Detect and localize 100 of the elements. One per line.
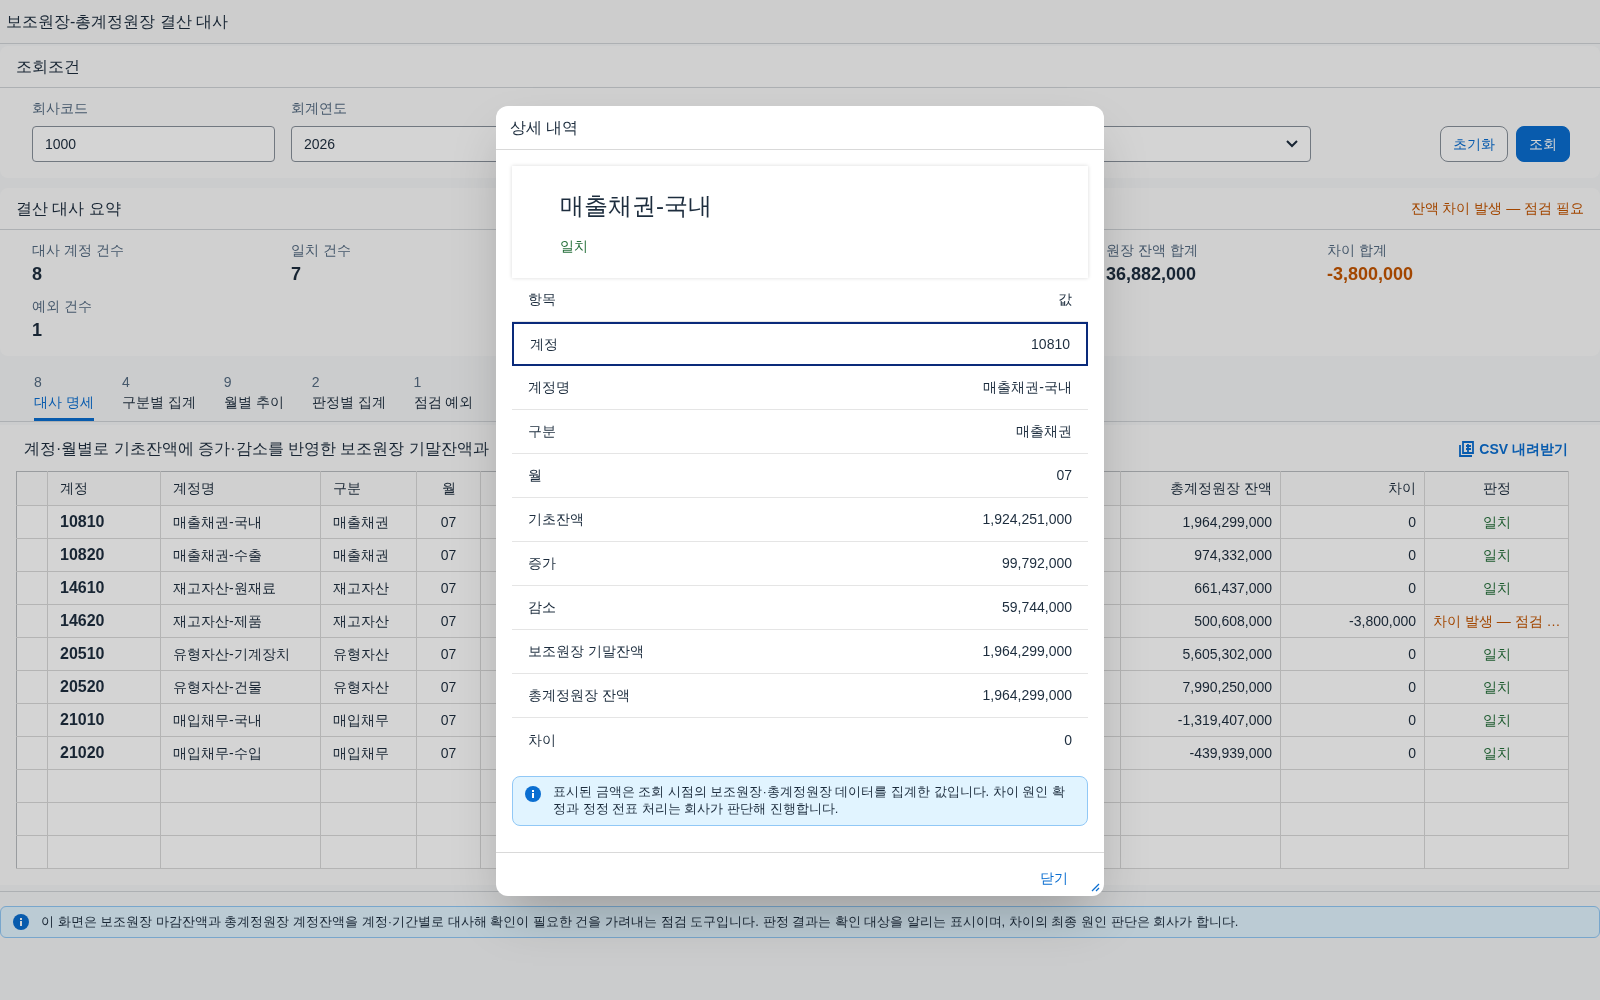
column-header: 값 [1058,290,1072,309]
metric-value: 8 [32,263,43,286]
table-cell: -3,800,000 [1349,612,1416,629]
table-cell: 07 [440,513,457,530]
table-cell: 5,605,302,000 [1182,645,1272,662]
table-cell: 1,964,299,000 [1182,513,1272,530]
table-cell-text: 14620 [59,612,105,629]
table-cell-text: 매출채권-수출 [172,546,262,563]
panel-title: 결산 대사 요약 [16,198,121,219]
table-cell-text: 10820 [59,546,105,563]
detail-label: 계정명 [528,378,570,397]
table-cell-text: 매입채무-수입 [172,744,262,761]
table-cell-text: 21010 [59,711,105,728]
column-header: 구분 [332,480,361,496]
table-cell-text: 유형자산-기계장치 [172,645,290,662]
metric-label: 원장 잔액 합계 [1106,241,1199,260]
table-cell-text: 매출채권 [332,546,389,563]
status-text: 일치 [1482,513,1511,530]
status-text: 일치 [1482,645,1511,662]
table-cell: 0 [1408,645,1416,662]
table-cell-text: 유형자산 [332,645,389,662]
info-text: 표시된 금액은 조회 시점의 보조원장·총계정원장 데이터를 집계한 값입니다. 차이 원인 확정과 정정 전표 처리는 회사가 판단해 진행합니다. [553,783,1067,818]
detail-value: 1,964,299,000 [982,642,1072,661]
table-cell: 07 [440,579,457,596]
detail-label: 증가 [528,554,556,573]
table-cell-text: 매입채무-국내 [172,711,262,728]
status-text: 일치 [560,237,589,256]
table-cell: 500,608,000 [1194,612,1272,629]
table-cell-text: 14610 [59,579,105,596]
detail-value: 1,964,299,000 [982,686,1072,705]
detail-label: 기초잔액 [528,510,584,529]
table-cell: 661,437,000 [1194,579,1272,596]
field-label: 회사코드 [32,99,89,118]
table-cell-text: 20520 [59,678,105,695]
detail-label: 구분 [528,422,556,441]
info-text: 이 화면은 보조원장 마감잔액과 총계정원장 계정잔액을 계정·기간별로 대사해 확인이 필요한 건을 가려내는 점검 도구입니다. 판정 결과는 확인 대상을 알리는 표시이며, 차이의 최종 원인 판단은 회사가 합니다. [41,913,1239,932]
column-header: 총계정원장 잔액 [1170,480,1272,496]
metric-label: 예외 건수 [32,297,93,316]
table-cell: 0 [1408,678,1416,695]
table-cell-text: 유형자산 [332,678,389,695]
table-cell: 0 [1408,513,1416,530]
table-cell-text: 유형자산-건물 [172,678,262,695]
status-text: 일치 [1482,678,1511,695]
table-cell: 974,332,000 [1194,546,1272,563]
status-text: 일치 [1482,546,1511,563]
column-header: 판정 [1482,480,1511,496]
metric-value: 36,882,000 [1106,263,1198,286]
detail-label: 총계정원장 잔액 [528,686,630,705]
table-cell-text: 매입채무 [332,711,389,728]
metric-value: 1 [32,319,43,342]
table-cell: 7,990,250,000 [1182,678,1272,695]
status-text: 일치 [1482,711,1511,728]
table-cell-text: 매출채권-국내 [172,513,262,530]
table-cell-text: 재고자산-제품 [172,612,262,629]
table-cell-text: 매출채권 [332,513,389,530]
column-header: 차이 [1388,480,1416,496]
status-text: 차이 발생 — 점검 … [1433,612,1561,629]
table-cell: 0 [1408,744,1416,761]
table-cell-text: 재고자산-원재료 [172,579,276,596]
table-caption: 계정·월별로 기초잔액에 증가·감소를 반영한 보조원장 기말잔액과 [23,439,489,459]
column-header: 월 [441,480,456,496]
detail-value: 매출채권 [1016,422,1072,441]
table-cell: 07 [440,711,457,728]
detail-value: 0 [1064,730,1072,750]
detail-value: 1,924,251,000 [982,510,1072,529]
alert-text: 잔액 차이 발생 — 점검 필요 [1410,199,1584,218]
table-cell: 07 [440,645,457,662]
table-cell: 07 [440,744,457,761]
metric-value: 7 [291,263,302,286]
detail-value: 매출채권-국내 [983,378,1072,397]
table-cell: 07 [440,678,457,695]
table-cell-text: 매입채무 [332,744,389,761]
table-cell-text: 20510 [59,645,105,662]
detail-heading: 매출채권-국내 [560,191,713,221]
detail-value: 07 [1056,466,1072,485]
metric-label: 대사 계정 건수 [32,241,125,260]
field-label: 회계연도 [291,99,348,118]
column-header: 계정 [59,480,88,496]
metric-value: -3,800,000 [1327,263,1415,286]
table-cell-text: 21020 [59,744,105,761]
table-cell: 07 [440,612,457,629]
table-cell: 0 [1408,579,1416,596]
detail-label: 보조원장 기말잔액 [528,642,644,661]
detail-value: 59,744,000 [1001,598,1072,617]
detail-value: 10810 [1031,334,1070,354]
table-cell-text: 재고자산 [332,612,389,629]
detail-label: 감소 [528,598,556,617]
detail-label: 월 [528,466,542,485]
table-cell-text: 10810 [59,513,105,530]
detail-label: 계정 [530,334,558,354]
status-text: 일치 [1482,579,1511,596]
metric-label: 일치 건수 [291,241,352,260]
table-cell: -1,319,407,000 [1177,711,1272,728]
table-cell-text: 재고자산 [332,579,389,596]
table-cell: -439,939,000 [1189,744,1272,761]
column-header: 계정명 [172,480,215,496]
detail-label: 차이 [528,730,556,750]
panel-title: 조회조건 [16,56,80,77]
table-cell: 0 [1408,711,1416,728]
table-cell: 0 [1408,546,1416,563]
